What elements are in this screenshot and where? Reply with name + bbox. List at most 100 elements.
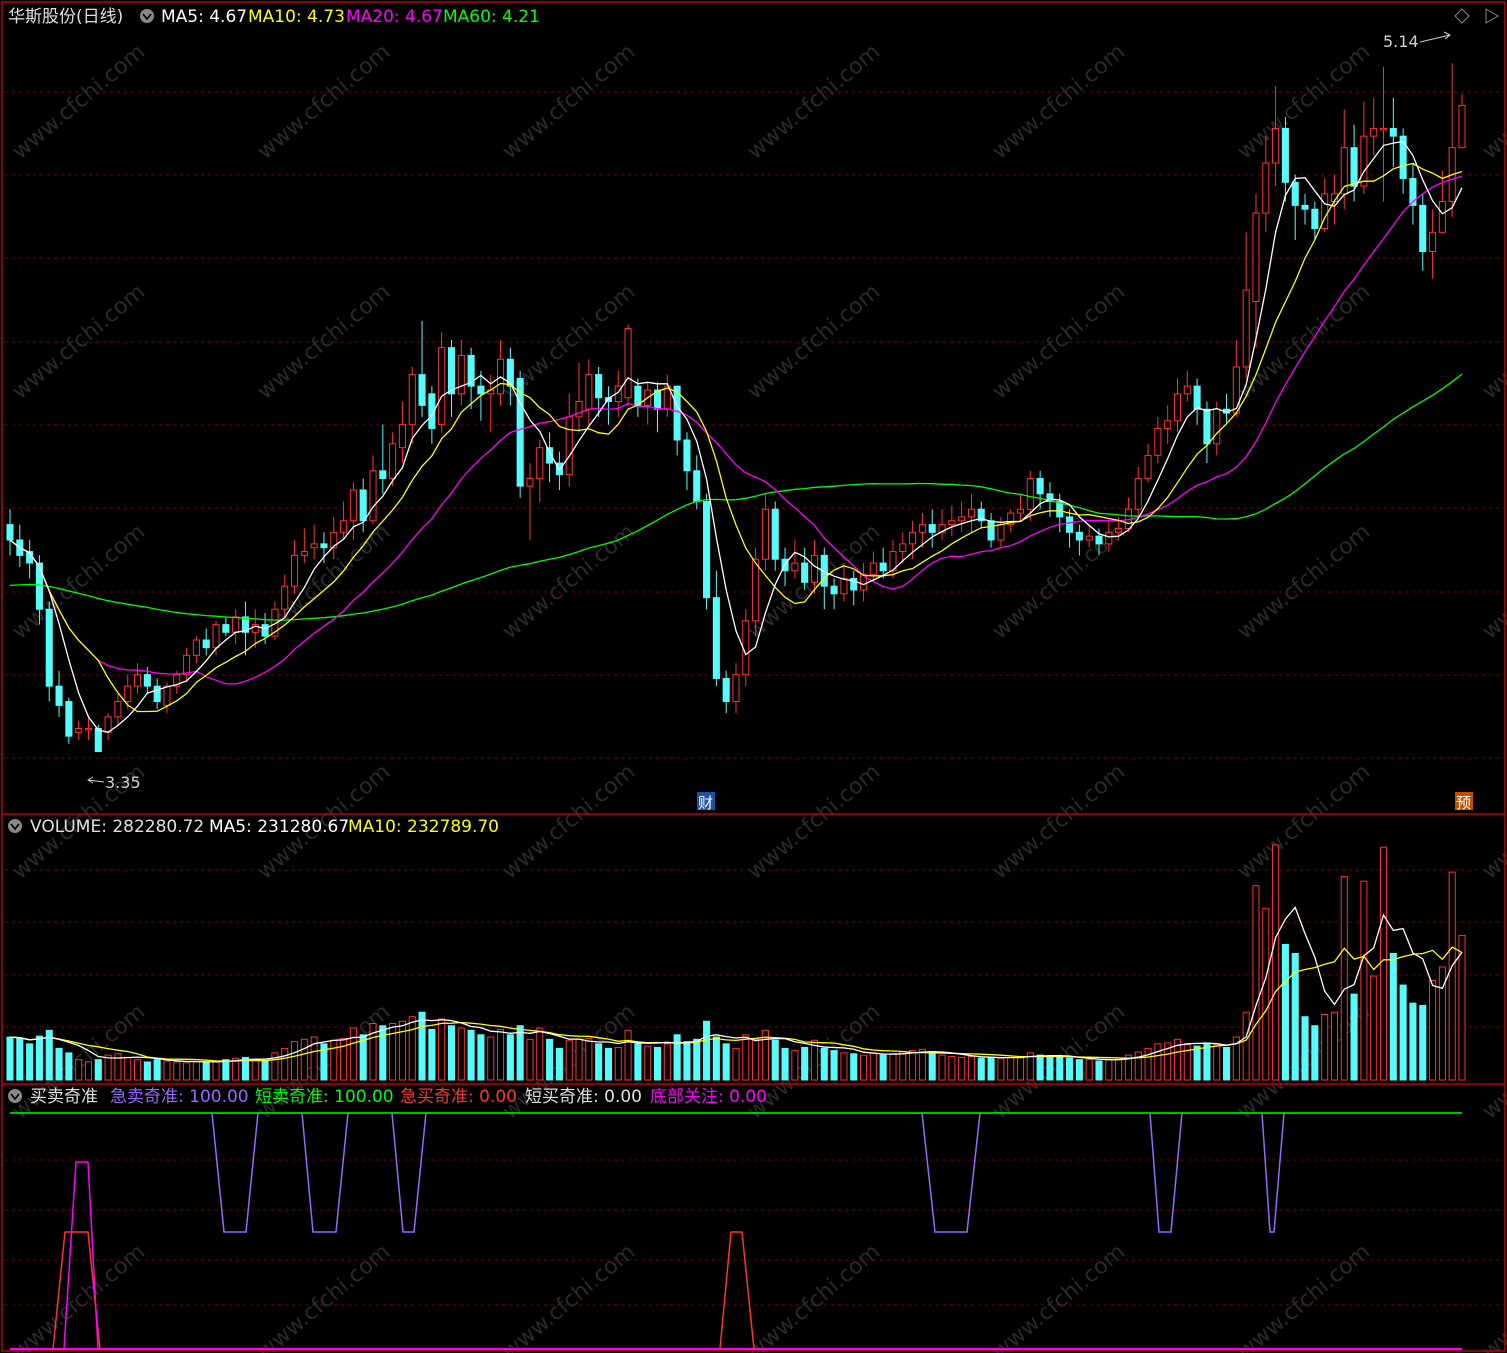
- volume-bar: [899, 1051, 907, 1081]
- candle-body: [1242, 289, 1250, 368]
- volume-bar: [330, 1039, 338, 1081]
- candle-body: [1085, 535, 1093, 541]
- candle-body: [565, 416, 573, 476]
- high-price-label: 5.14: [1383, 32, 1419, 51]
- candle-body: [585, 374, 593, 410]
- candle-body: [516, 377, 524, 487]
- ma10-label: MA10: 4.73: [248, 7, 345, 27]
- volume-bar: [251, 1059, 259, 1081]
- volume-bar: [477, 1034, 485, 1081]
- candle-body: [830, 585, 838, 595]
- candle-body: [202, 639, 210, 649]
- volume-bar: [467, 1029, 475, 1081]
- candle-body: [712, 597, 720, 679]
- volume-bar: [1419, 1004, 1427, 1081]
- candle-body: [1429, 231, 1437, 253]
- volume-bar: [153, 1059, 161, 1081]
- volume-bar: [496, 1028, 505, 1081]
- volume-bar: [163, 1060, 171, 1081]
- volume-bar: [1301, 1016, 1309, 1081]
- candle-body: [752, 558, 760, 622]
- volume-bar: [801, 1046, 809, 1081]
- volume-bar: [447, 1025, 456, 1081]
- candle-body: [183, 654, 191, 676]
- volume-bar: [104, 1054, 112, 1081]
- settings-toggle-icon[interactable]: [140, 9, 154, 23]
- volume-bar: [1350, 993, 1358, 1081]
- volume-bar: [65, 1052, 73, 1081]
- candle-body: [801, 562, 809, 583]
- volume-bar: [673, 1034, 681, 1081]
- volume-bar: [565, 1039, 573, 1081]
- volume-bar: [663, 1043, 671, 1081]
- volume-toggle-icon[interactable]: [8, 819, 22, 833]
- candle-body: [703, 501, 711, 599]
- volume-bar: [222, 1059, 230, 1081]
- volume-bar: [859, 1054, 868, 1081]
- volume-ma10-label: MA10: 232789.70: [348, 817, 499, 837]
- volume-bar: [1105, 1059, 1113, 1081]
- volume-bar: [340, 1037, 348, 1081]
- candle-body: [958, 516, 966, 522]
- volume-bar: [546, 1038, 554, 1081]
- candle-body: [722, 677, 730, 703]
- volume-bar: [840, 1052, 848, 1081]
- volume-bar: [1095, 1060, 1103, 1081]
- volume-bar: [1016, 1056, 1025, 1081]
- volume-bar: [389, 1023, 397, 1081]
- volume-bar: [1203, 1042, 1211, 1081]
- candle-body: [732, 674, 740, 703]
- volume-bar: [281, 1047, 289, 1081]
- candle-body: [1291, 181, 1299, 206]
- candle-body: [35, 562, 43, 610]
- candle-body: [408, 374, 416, 426]
- volume-bar: [143, 1061, 151, 1081]
- candle-body: [967, 508, 976, 518]
- candle-body: [918, 524, 926, 533]
- volume-bar: [634, 1043, 642, 1081]
- candle-body: [55, 685, 63, 706]
- candle-body: [1026, 477, 1034, 510]
- short-buy-label: 短买奇准: 0.00: [525, 1087, 642, 1107]
- volume-bar: [742, 1034, 750, 1081]
- bottom-watch-label: 底部关注: 0.00: [650, 1087, 767, 1107]
- candle-body: [477, 385, 485, 395]
- candle-body: [928, 524, 936, 533]
- volume-bar: [1370, 975, 1378, 1081]
- volume-bar: [722, 1043, 730, 1081]
- candle-body: [369, 470, 377, 522]
- candle-body: [683, 439, 691, 472]
- volume-bar: [653, 1046, 662, 1081]
- volume-bar: [614, 1046, 622, 1081]
- ji-sell-label: 急卖奇准: 100.00: [110, 1087, 249, 1107]
- volume-bar: [290, 1041, 299, 1081]
- candle-body: [75, 727, 83, 733]
- volume-bar: [1154, 1043, 1162, 1081]
- indicator-toggle-icon[interactable]: [8, 1089, 22, 1103]
- ji-buy-label: 急买奇准: 0.00: [400, 1087, 517, 1107]
- stock-chart[interactable]: www.cfchi.com www.cfchi.com www.cfchi.com w…: [0, 0, 1507, 1353]
- volume-bar: [1085, 1059, 1093, 1081]
- candle-body: [948, 520, 956, 526]
- candle-body: [1350, 147, 1358, 187]
- candle-body: [143, 674, 151, 687]
- candle-body: [526, 477, 534, 487]
- ma20-label: MA20: 4.67: [346, 7, 443, 27]
- volume-bar: [261, 1060, 269, 1081]
- volume-bar: [585, 1037, 593, 1081]
- candle-body: [1095, 535, 1103, 545]
- candle-body: [1173, 393, 1182, 422]
- short-sell-label: 短卖奇准: 100.00: [255, 1087, 394, 1107]
- candle-body: [349, 489, 357, 522]
- candle-body: [1213, 408, 1221, 445]
- indicator-title: 买卖奇准: [30, 1087, 98, 1107]
- candle-body: [879, 562, 887, 572]
- volume-bar: [183, 1062, 191, 1081]
- volume-bar: [948, 1056, 956, 1081]
- candle-body: [1438, 201, 1446, 233]
- volume-bar: [997, 1057, 1005, 1081]
- volume-bar: [487, 1036, 495, 1081]
- volume-bar: [938, 1054, 946, 1081]
- candle-body: [742, 620, 750, 676]
- candle-body: [693, 470, 701, 503]
